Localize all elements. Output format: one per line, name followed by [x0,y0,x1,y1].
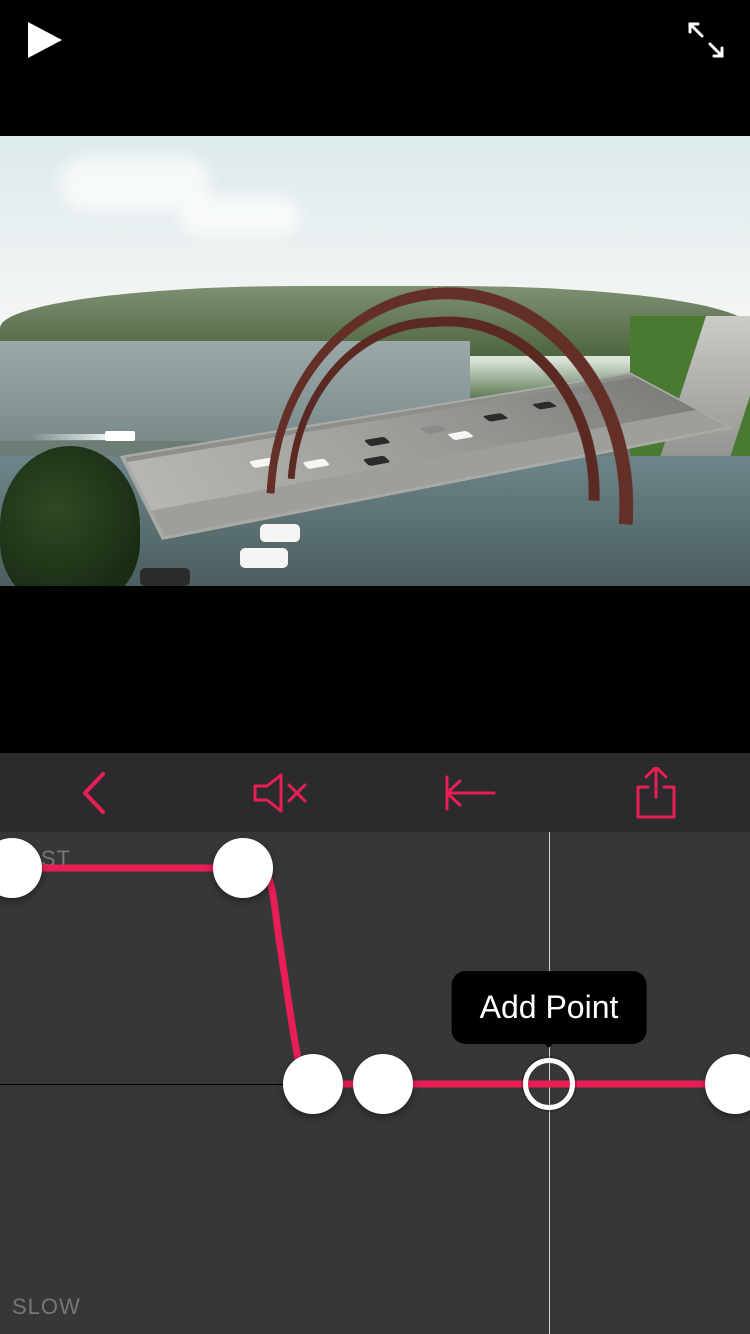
share-button[interactable] [616,763,696,823]
editor-toolbar [0,752,750,832]
add-point-ring[interactable] [523,1058,575,1110]
expand-button[interactable] [684,18,728,67]
speed-point[interactable] [283,1054,343,1114]
speed-point[interactable] [213,838,273,898]
play-button[interactable] [22,18,66,67]
mute-button[interactable] [241,763,321,823]
speed-point[interactable] [353,1054,413,1114]
speed-editor[interactable]: FAST SLOW Add Point [0,832,750,1334]
tooltip-text: Add Point [480,989,619,1025]
video-top-bar [0,0,750,80]
add-point-tooltip[interactable]: Add Point [452,971,647,1044]
go-to-start-button[interactable] [429,763,509,823]
video-preview[interactable] [0,136,750,586]
back-button[interactable] [54,763,134,823]
